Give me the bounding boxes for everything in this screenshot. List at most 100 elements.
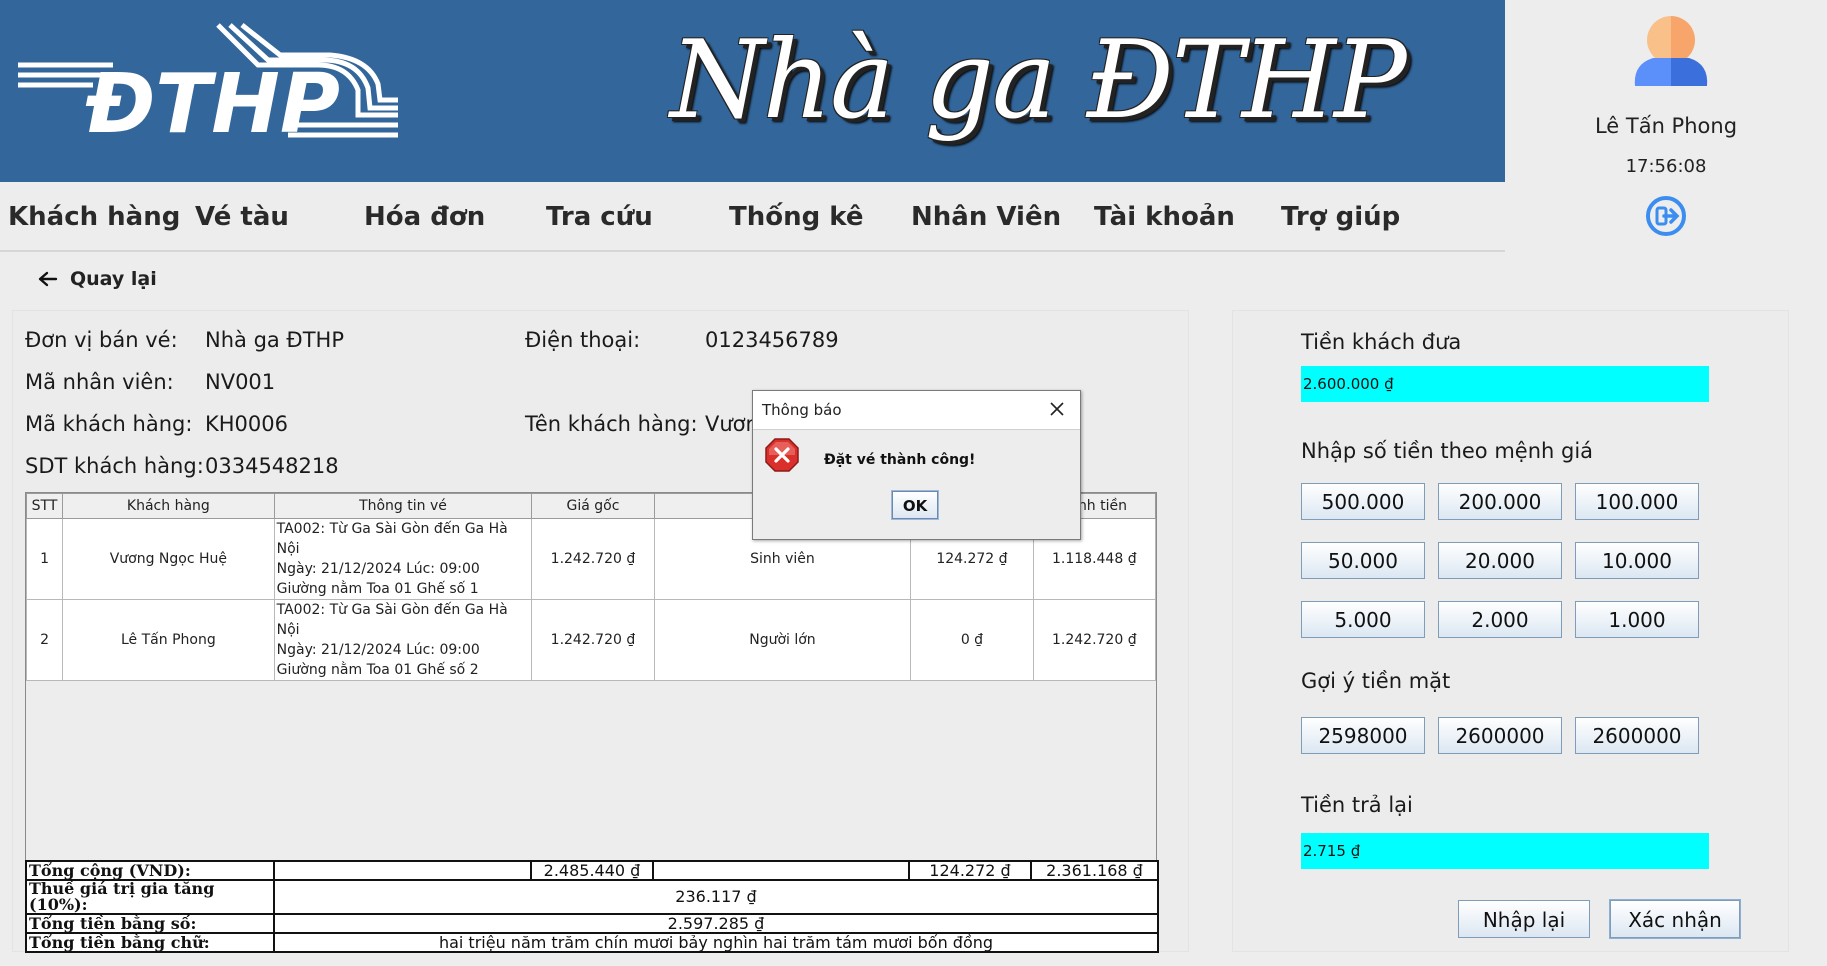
suggest-2-button[interactable]: 2600000: [1438, 717, 1562, 754]
customer-id-label: Mã khách hàng:: [25, 412, 193, 436]
change-output: 2.715 ₫: [1301, 833, 1709, 869]
denom-5000-button[interactable]: 5.000: [1301, 601, 1425, 638]
denom-10000-button[interactable]: 10.000: [1575, 542, 1699, 579]
menu-tra-cuu[interactable]: Tra cứu: [546, 202, 653, 232]
dthp-logo: ĐTHP: [18, 23, 398, 145]
sum-empty-2: [652, 860, 910, 881]
cell-customer: Vương Ngọc Huệ: [62, 518, 275, 600]
cell-discount: 0 ₫: [910, 599, 1034, 681]
logo-text: ĐTHP: [85, 57, 340, 145]
arrow-left-icon: [38, 271, 58, 287]
menu-hoa-don[interactable]: Hóa đơn: [364, 202, 485, 232]
col-price[interactable]: Giá gốc: [531, 493, 655, 519]
suggest-3-button[interactable]: 2600000: [1575, 717, 1699, 754]
cell-price: 1.242.720 ₫: [531, 599, 655, 681]
seller-label: Đơn vị bán vé:: [25, 328, 178, 352]
back-label: Quay lại: [70, 268, 157, 290]
cell-customer: Lê Tấn Phong: [62, 599, 275, 681]
customer-id-value: KH0006: [205, 412, 289, 436]
phone-value: 0123456789: [705, 328, 839, 352]
number-label: Tổng tiền bằng số:: [25, 913, 275, 934]
customer-name-label: Tên khách hàng:: [525, 412, 698, 436]
employee-label: Mã nhân viên:: [25, 370, 174, 394]
totals-table: Tổng cộng (VND): 2.485.440 ₫ 124.272 ₫ 2…: [25, 860, 1159, 953]
suggest-label: Gợi ý tiền mặt: [1301, 669, 1451, 693]
customer-phone-label: SDT khách hàng:: [25, 454, 204, 478]
denom-200000-button[interactable]: 200.000: [1438, 483, 1562, 520]
ticket-datetime: Ngày: 21/12/2024 Lúc: 09:00: [276, 642, 480, 658]
menu-tro-giup[interactable]: Trợ giúp: [1281, 202, 1400, 232]
ticket-seat: Giường nằm Toa 01 Ghế số 1: [276, 581, 479, 597]
menu-khach-hang[interactable]: Khách hàng: [8, 202, 180, 232]
table-row[interactable]: 2 Lê Tấn Phong TA002: Từ Ga Sài Gòn đến …: [25, 599, 1157, 681]
phone-label: Điện thoại:: [525, 328, 641, 352]
menu-thong-ke[interactable]: Thống kê: [729, 202, 864, 232]
change-label: Tiền trả lại: [1301, 793, 1413, 817]
sum-label: Tổng cộng (VND):: [25, 860, 275, 881]
menu-nhan-vien[interactable]: Nhân Viên: [911, 202, 1061, 232]
totals-sum-row: Tổng cộng (VND): 2.485.440 ₫ 124.272 ₫ 2…: [25, 860, 1159, 881]
ticket-table: STT Khách hàng Thông tin vé Giá gốc ành …: [25, 492, 1157, 862]
denom-50000-button[interactable]: 50.000: [1301, 542, 1425, 579]
menu-tai-khoan[interactable]: Tài khoản: [1094, 202, 1235, 232]
payment-panel: Tiền khách đưa 2.600.000 ₫ Nhập số tiền …: [1232, 310, 1789, 952]
suggest-1-button[interactable]: 2598000: [1301, 717, 1425, 754]
error-icon: [765, 438, 799, 472]
denom-2000-button[interactable]: 2.000: [1438, 601, 1562, 638]
dialog-title: Thông báo: [762, 401, 842, 419]
denom-label: Nhập số tiền theo mệnh giá: [1301, 439, 1594, 463]
menu-ve-tau[interactable]: Vé tàu: [195, 202, 289, 232]
sum-empty: [273, 860, 532, 881]
ticket-route: TA002: Từ Ga Sài Gòn đến Ga Hà Nội: [276, 521, 508, 557]
vat-value: 236.117 ₫: [273, 879, 1159, 915]
denom-100000-button[interactable]: 100.000: [1575, 483, 1699, 520]
cell-total: 1.242.720 ₫: [1032, 599, 1157, 681]
main-menu: Khách hàng Vé tàu Hóa đơn Tra cứu Thống …: [0, 182, 1505, 252]
col-ticket-info[interactable]: Thông tin vé: [273, 493, 533, 519]
ticket-route: TA002: Từ Ga Sài Gòn đến Ga Hà Nội: [276, 602, 508, 638]
header-banner: ĐTHP Nhà ga ĐTHP: [0, 0, 1505, 182]
user-name: Lê Tấn Phong: [1594, 114, 1738, 138]
notification-dialog: Thông báo Đặt vé thành công! OK: [752, 390, 1081, 540]
ticket-datetime: Ngày: 21/12/2024 Lúc: 09:00: [276, 561, 480, 577]
given-input[interactable]: 2.600.000 ₫: [1301, 366, 1709, 402]
cell-price: 1.242.720 ₫: [531, 518, 655, 600]
app-title: Nhà ga ĐTHP: [670, 18, 1407, 143]
sum-discount: 124.272 ₫: [908, 860, 1032, 881]
given-label: Tiền khách đưa: [1301, 330, 1462, 354]
cell-type: Người lớn: [653, 599, 912, 681]
user-avatar-icon: [1634, 16, 1708, 86]
cell-ticket-info: TA002: Từ Ga Sài Gòn đến Ga Hà Nội Ngày:…: [273, 518, 533, 600]
customer-name-value: Vươn: [705, 412, 759, 436]
col-customer[interactable]: Khách hàng: [62, 493, 275, 519]
cell-ticket-info: TA002: Từ Ga Sài Gòn đến Ga Hà Nội Ngày:…: [273, 599, 533, 681]
number-value: 2.597.285 ₫: [273, 913, 1159, 934]
seller-value: Nhà ga ĐTHP: [205, 328, 344, 352]
ticket-seat: Giường nằm Toa 01 Ghế số 2: [276, 662, 479, 678]
reset-button[interactable]: Nhập lại: [1458, 900, 1590, 938]
dialog-message: Đặt vé thành công!: [824, 452, 976, 468]
col-stt[interactable]: STT: [25, 493, 64, 519]
close-icon[interactable]: [1045, 397, 1069, 421]
words-value: hai triệu năm trăm chín mươi bảy nghìn h…: [273, 932, 1159, 953]
sum-price: 2.485.440 ₫: [530, 860, 654, 881]
clock: 17:56:08: [1625, 156, 1707, 177]
denom-500000-button[interactable]: 500.000: [1301, 483, 1425, 520]
totals-vat-row: Thuế giá trị gia tăng (10%): 236.117 ₫: [25, 879, 1159, 915]
denom-20000-button[interactable]: 20.000: [1438, 542, 1562, 579]
totals-number-row: Tổng tiền bằng số: 2.597.285 ₫: [25, 913, 1159, 934]
logout-icon[interactable]: [1645, 195, 1687, 237]
words-label: Tổng tiền bằng chữ:: [25, 932, 275, 953]
user-panel: Lê Tấn Phong 17:56:08: [1505, 0, 1827, 250]
dialog-titlebar: Thông báo: [753, 391, 1080, 430]
denom-1000-button[interactable]: 1.000: [1575, 601, 1699, 638]
totals-words-row: Tổng tiền bằng chữ: hai triệu năm trăm c…: [25, 932, 1159, 953]
employee-value: NV001: [205, 370, 276, 394]
customer-phone-value: 0334548218: [205, 454, 339, 478]
sum-total: 2.361.168 ₫: [1030, 860, 1159, 881]
vat-label: Thuế giá trị gia tăng (10%):: [25, 879, 275, 915]
confirm-button[interactable]: Xác nhận: [1609, 899, 1741, 939]
ok-button[interactable]: OK: [891, 490, 939, 520]
cell-stt: 1: [25, 518, 64, 600]
back-button[interactable]: Quay lại: [38, 268, 157, 290]
